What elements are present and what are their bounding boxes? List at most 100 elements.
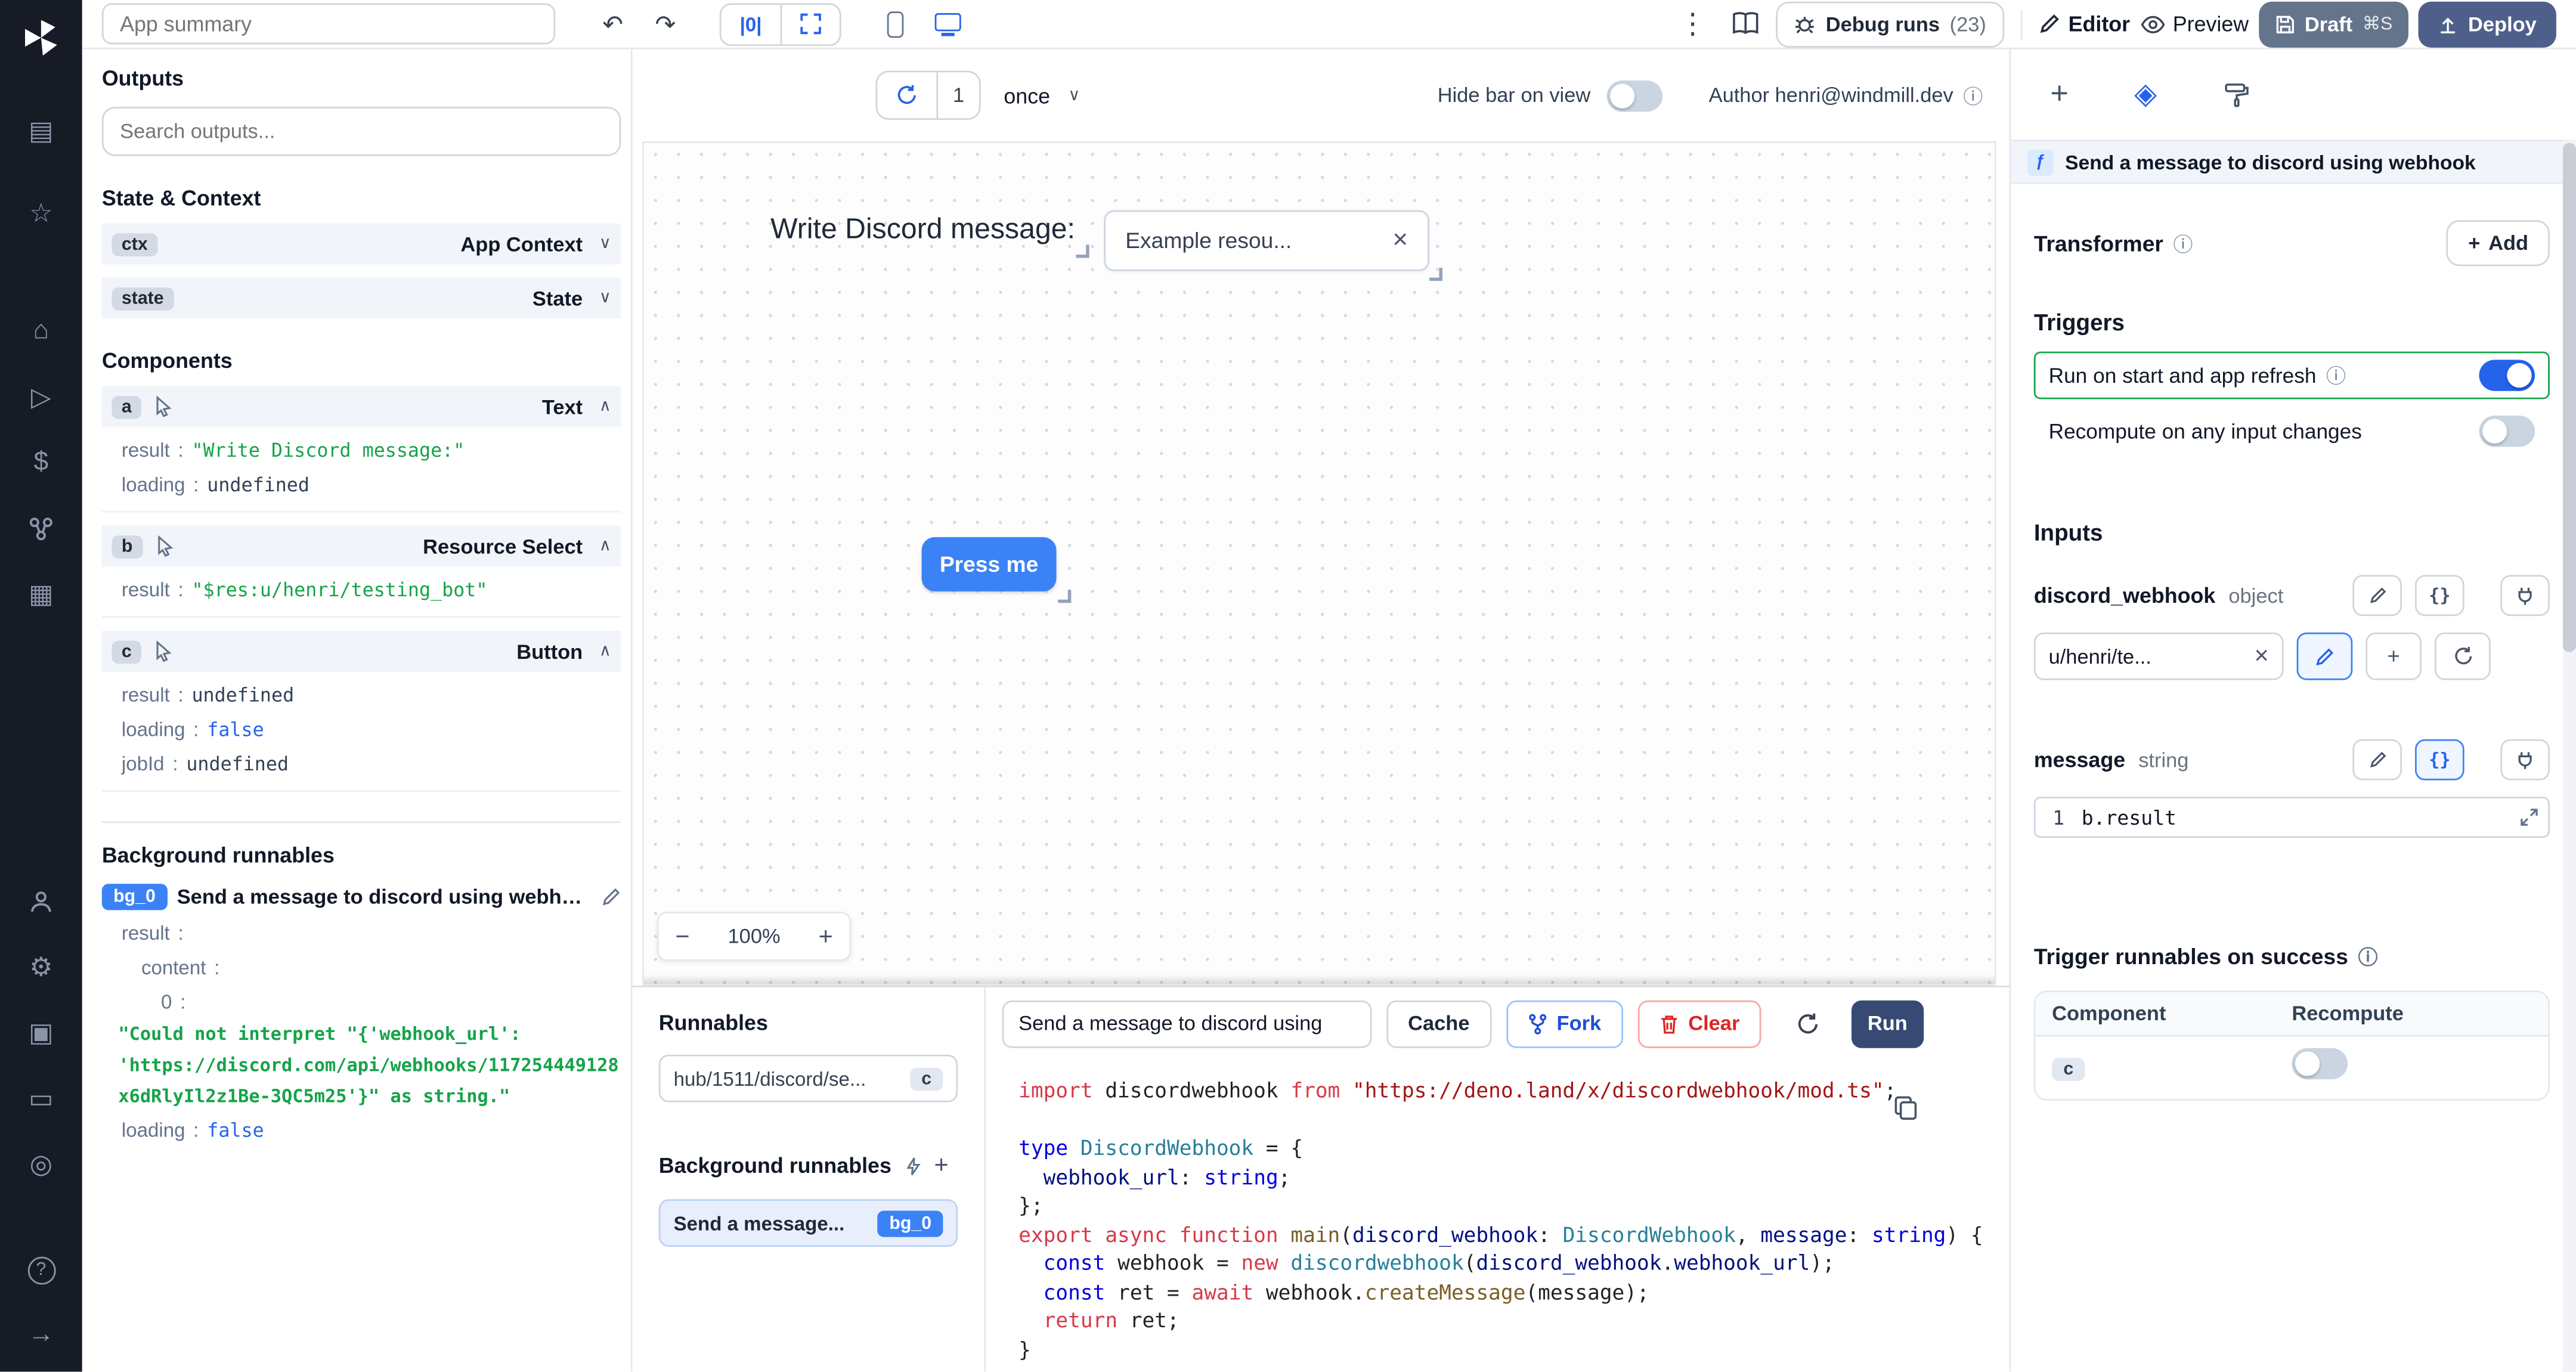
app-summary-input[interactable] [101,3,556,45]
ctx-label: App Context [460,232,583,256]
pointer-icon[interactable] [154,640,172,662]
pointer-icon[interactable] [154,395,172,417]
search-outputs-input[interactable] [101,107,621,156]
insert-component-tab[interactable]: + [2050,76,2069,113]
static-edit-icon[interactable] [2352,739,2402,781]
resize-handle[interactable] [1058,590,1072,603]
more-menu-icon[interactable]: ⋮ [1671,2,1714,45]
workspace-icon[interactable]: ▣ [20,1014,63,1053]
code-editor[interactable]: import discordwebhook from "https://deno… [986,1060,2010,1372]
info-icon[interactable]: ⓘ [2326,361,2346,389]
resources-icon[interactable] [20,509,63,549]
refresh-resource-icon[interactable] [2435,632,2491,680]
fullscreen-button[interactable] [780,4,840,44]
deploy-button[interactable]: Deploy [2419,1,2556,47]
ctx-badge: ctx [112,232,158,256]
preview-tab[interactable]: Preview [2140,11,2249,36]
desktop-view-button[interactable] [927,2,970,45]
frequency-dropdown[interactable]: once ∨ [1004,83,1080,107]
component-a-row[interactable]: a Text ∧ [101,386,621,428]
star-icon[interactable]: ☆ [20,194,63,233]
zoom-in-button[interactable]: + [819,922,833,950]
add-background-runnable-button[interactable]: + [934,1151,948,1179]
help-icon[interactable]: ? [20,1250,63,1290]
collapse-sidebar-icon[interactable]: → [20,1316,63,1355]
editor-tab[interactable]: Editor [2039,11,2130,36]
home-icon[interactable]: ⌂ [20,312,63,351]
undo-button[interactable]: ↶ [592,2,634,45]
chevron-down-icon[interactable]: ∨ [599,235,611,253]
ctx-row[interactable]: ctx App Context ∨ [101,223,621,265]
component-c-row[interactable]: c Button ∧ [101,630,621,672]
eval-braces-icon[interactable]: {} [2414,739,2464,781]
connect-plug-icon[interactable] [2500,739,2550,781]
debug-runs-count: (23) [1949,12,1986,36]
mobile-view-button[interactable] [874,2,917,45]
canvas-text-component[interactable]: Write Discord message: [770,212,1090,258]
message-expression-editor[interactable]: 1 b.result [2033,797,2550,838]
docs-book-icon[interactable] [1724,2,1767,45]
connect-plug-icon[interactable] [2500,575,2550,617]
refresh-app-button[interactable] [877,72,936,118]
refresh-script-icon[interactable] [1795,1011,1820,1036]
add-resource-icon[interactable]: + [2366,632,2422,680]
chevron-up-icon[interactable]: ∧ [599,398,611,416]
scrollbar-thumb[interactable] [2562,143,2576,652]
add-transformer-button[interactable]: + Add [2447,220,2550,267]
eval-braces-icon[interactable]: {} [2414,575,2464,617]
debug-runs-button[interactable]: Debug runs (23) [1776,1,2005,47]
component-b-row[interactable]: b Resource Select ∧ [101,525,621,567]
styling-tab[interactable] [2223,81,2249,107]
clear-resource-icon[interactable]: × [2255,642,2269,670]
scrollbar-track[interactable] [2562,140,2576,1372]
static-edit-icon[interactable] [2352,575,2402,617]
chevron-up-icon[interactable]: ∧ [599,537,611,555]
windmill-logo-icon[interactable] [20,17,63,60]
folder-icon[interactable]: ▭ [20,1079,63,1119]
resize-handle[interactable] [1076,244,1090,258]
bg0-row[interactable]: bg_0 Send a message to discord using web… [101,884,621,910]
paint-roller-icon [2225,82,2249,107]
info-icon[interactable]: ⓘ [2358,943,2377,971]
grid-width-button[interactable]: |0| [721,4,781,44]
gear-icon[interactable]: ⚙ [20,948,63,987]
resize-handle[interactable] [1429,268,1442,281]
canvas-resource-select[interactable]: Example resou... × [1104,210,1442,281]
resource-value-input[interactable]: u/henri/te... × [2033,632,2284,680]
calendar-icon[interactable]: ▦ [20,575,63,614]
kv-key: loading [121,717,185,741]
expand-editor-icon[interactable] [2520,809,2538,826]
hide-bar-toggle[interactable] [1606,79,1663,111]
copy-code-icon[interactable] [1894,1096,1918,1120]
dollar-icon[interactable]: $ [20,444,63,483]
runnable-name-input[interactable] [1002,999,1372,1048]
info-icon[interactable]: ⓘ [2173,229,2193,257]
runs-icon[interactable]: ▷ [20,378,63,417]
canvas-press-me-button[interactable]: Press me [921,537,1072,603]
chevron-down-icon[interactable]: ∨ [599,289,611,307]
runnable-bg0-item[interactable]: Send a message... bg_0 [658,1199,958,1247]
draft-button[interactable]: Draft ⌘S [2258,1,2409,47]
clear-button[interactable]: Clear [1637,999,1761,1048]
run-button[interactable]: Run [1851,999,1924,1048]
runnable-hub-item[interactable]: hub/1511/discord/se... c [658,1054,958,1102]
info-icon[interactable]: ⓘ [1963,81,1983,109]
fork-button[interactable]: Fork [1506,999,1623,1048]
zoom-out-button[interactable]: − [675,922,689,950]
recompute-toggle[interactable] [2479,416,2535,447]
chevron-up-icon[interactable]: ∧ [599,642,611,660]
run-on-start-toggle[interactable] [2479,360,2535,391]
user-icon[interactable] [20,882,63,921]
cache-button[interactable]: Cache [1386,999,1491,1048]
recompute-c-toggle[interactable] [2292,1048,2348,1080]
edit-pencil-icon[interactable] [601,887,621,907]
state-row[interactable]: state State ∨ [101,277,621,319]
app-canvas[interactable]: Write Discord message: Example resou... … [642,141,1996,986]
redo-button[interactable]: ↷ [644,2,687,45]
component-settings-tab[interactable]: ◈ [2134,77,2157,112]
clear-select-icon[interactable]: × [1392,226,1408,256]
eye-icon[interactable]: ◎ [20,1145,63,1184]
edit-resource-icon[interactable] [2296,632,2353,680]
pointer-icon[interactable] [156,535,174,557]
apps-icon[interactable]: ▤ [20,112,63,151]
